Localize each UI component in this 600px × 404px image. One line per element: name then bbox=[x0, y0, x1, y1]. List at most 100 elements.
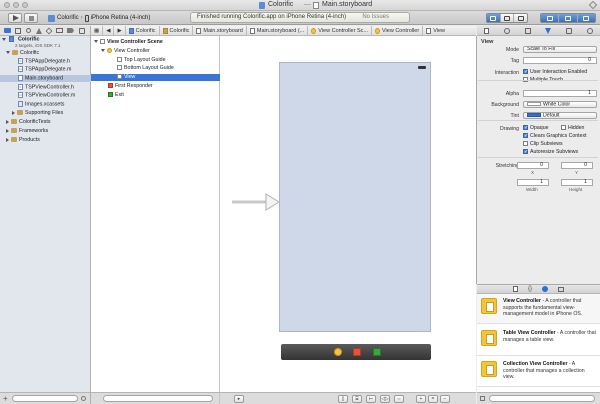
file-inspector-icon[interactable] bbox=[484, 27, 490, 34]
symbol-navigator-icon[interactable] bbox=[15, 28, 21, 34]
disclosure-triangle-icon[interactable] bbox=[6, 137, 9, 142]
navigator-item-file[interactable]: Images.xcassets bbox=[0, 101, 91, 108]
library-filter-input[interactable] bbox=[489, 395, 595, 402]
navigator-item-file[interactable]: h TSPAppDelegate.h bbox=[0, 58, 91, 65]
toggle-debug-area-button[interactable] bbox=[559, 14, 578, 22]
background-color-popup[interactable]: White Color bbox=[523, 101, 597, 108]
zoom-window-button[interactable] bbox=[22, 2, 28, 8]
navigator-item-file[interactable]: h TSPViewController.h bbox=[0, 84, 91, 91]
minimize-window-button[interactable] bbox=[13, 2, 19, 8]
user-interaction-checkbox[interactable]: ✓ User Interaction Enabled bbox=[523, 69, 587, 75]
scheme-selector[interactable]: Colorific › iPhone Retina (4-inch) bbox=[48, 13, 150, 23]
breakpoint-navigator-icon[interactable] bbox=[67, 28, 74, 33]
quick-help-icon[interactable] bbox=[503, 27, 510, 34]
resizing-button[interactable]: ⇔ bbox=[394, 395, 404, 403]
code-snippet-library-icon[interactable]: {} bbox=[528, 286, 532, 292]
first-responder-dock-icon[interactable] bbox=[353, 348, 361, 356]
activity-viewer[interactable]: Finished running Colorific.app on iPhone… bbox=[190, 12, 410, 23]
disclosure-triangle-icon[interactable] bbox=[94, 40, 98, 44]
library-item[interactable]: Table View Controller - A controller tha… bbox=[477, 326, 600, 356]
add-icon[interactable]: + bbox=[3, 394, 8, 403]
mode-popup[interactable]: Scale To Fill bbox=[523, 46, 597, 53]
outline-bottom-layout-guide-row[interactable]: Bottom Layout Guide bbox=[91, 65, 220, 72]
hidden-checkbox[interactable]: Hidden bbox=[561, 125, 584, 131]
editor-mode-segmented[interactable] bbox=[486, 13, 528, 23]
identity-inspector-icon[interactable] bbox=[524, 27, 531, 34]
size-inspector-icon[interactable] bbox=[565, 27, 572, 34]
outline-filter-input[interactable] bbox=[103, 395, 213, 402]
assistant-editor-button[interactable] bbox=[501, 14, 515, 22]
jump-crumb-project[interactable]: Colorific bbox=[126, 26, 160, 35]
related-items-button[interactable]: ▦ bbox=[91, 26, 104, 35]
disclosure-triangle-icon[interactable] bbox=[6, 119, 9, 124]
tint-color-popup[interactable]: Default bbox=[523, 112, 597, 119]
autoresize-subviews-checkbox[interactable]: ✓ Autoresize Subviews bbox=[523, 149, 578, 155]
toggle-navigator-button[interactable] bbox=[541, 14, 560, 22]
opaque-checkbox[interactable]: ✓ Opaque bbox=[523, 125, 548, 131]
navigator-item-file-selected[interactable]: Main.storyboard bbox=[0, 75, 91, 82]
jump-crumb-file-base[interactable]: Main.storyboard (... bbox=[247, 26, 309, 35]
resolve-issues-button[interactable]: ◁▷ bbox=[380, 395, 390, 403]
outline-first-responder-row[interactable]: First Responder bbox=[91, 83, 220, 90]
project-navigator-folder-icon[interactable] bbox=[4, 28, 11, 33]
attributes-inspector-icon[interactable] bbox=[545, 27, 552, 34]
file-template-library-icon[interactable] bbox=[512, 286, 518, 292]
outline-exit-row[interactable]: Exit bbox=[91, 92, 220, 99]
standard-editor-button[interactable] bbox=[487, 14, 501, 22]
navigator-item-file[interactable]: m TSPAppDelegate.m bbox=[0, 66, 91, 73]
view-controller-dock-icon[interactable] bbox=[334, 348, 342, 356]
debug-navigator-icon[interactable] bbox=[56, 28, 63, 33]
toggle-utilities-button[interactable] bbox=[577, 14, 595, 22]
jump-crumb-view[interactable]: View bbox=[423, 26, 448, 35]
clip-subviews-checkbox[interactable]: Clip Subviews bbox=[523, 141, 563, 147]
back-button[interactable]: ◀ bbox=[103, 26, 115, 35]
canvas-size-button[interactable]: ▯ bbox=[338, 395, 348, 403]
library-item[interactable]: View Controller - A controller that supp… bbox=[477, 294, 600, 324]
fullscreen-icon[interactable] bbox=[588, 0, 598, 10]
grid-view-icon[interactable] bbox=[480, 396, 485, 401]
outline-view-controller-row[interactable]: View Controller bbox=[91, 48, 220, 55]
version-editor-button[interactable] bbox=[514, 14, 527, 22]
object-library-icon[interactable] bbox=[542, 286, 548, 292]
zoom-actual-button[interactable]: = bbox=[428, 395, 438, 403]
disclosure-triangle-icon[interactable] bbox=[101, 49, 105, 53]
disclosure-triangle-icon[interactable] bbox=[2, 37, 6, 41]
test-navigator-icon[interactable] bbox=[45, 27, 53, 35]
outline-top-layout-guide-row[interactable]: Top Layout Guide bbox=[91, 57, 220, 64]
navigator-item-group[interactable]: ColorificTests bbox=[0, 119, 91, 126]
navigator-filter-input[interactable] bbox=[12, 395, 78, 402]
view-toggle-segmented[interactable] bbox=[540, 13, 596, 23]
media-library-icon[interactable] bbox=[558, 286, 564, 292]
connections-inspector-icon[interactable] bbox=[586, 27, 593, 34]
jump-crumb-group[interactable]: Colorific bbox=[160, 26, 194, 35]
navigator-item-group[interactable]: Frameworks bbox=[0, 128, 91, 135]
stretch-height-field[interactable]: 1 bbox=[561, 179, 593, 186]
disclosure-triangle-icon[interactable] bbox=[6, 51, 10, 55]
toggle-outline-button[interactable]: ▸ bbox=[234, 395, 244, 403]
log-navigator-icon[interactable] bbox=[79, 28, 85, 34]
alpha-field[interactable]: 1 bbox=[523, 90, 597, 97]
disclosure-triangle-icon[interactable] bbox=[6, 128, 9, 133]
jump-crumb-scene[interactable]: View Controller Sc... bbox=[308, 26, 372, 35]
stop-button[interactable] bbox=[24, 13, 38, 23]
navigator-item-group[interactable]: Products bbox=[0, 137, 91, 144]
find-navigator-icon[interactable] bbox=[26, 28, 31, 33]
navigator-item-group[interactable]: Supporting Files bbox=[0, 110, 91, 117]
close-window-button[interactable] bbox=[4, 2, 10, 8]
jump-crumb-file[interactable]: Main.storyboard bbox=[193, 26, 247, 35]
clears-graphics-checkbox[interactable]: ✓ Clears Graphics Context bbox=[523, 133, 587, 139]
recent-files-icon[interactable] bbox=[81, 396, 86, 401]
align-button[interactable]: ⌸ bbox=[352, 395, 362, 403]
tag-field[interactable]: 0 bbox=[523, 57, 597, 64]
issue-navigator-icon[interactable] bbox=[36, 28, 42, 34]
stretch-width-field[interactable]: 1 bbox=[517, 179, 549, 186]
stretch-y-field[interactable]: 0 bbox=[561, 162, 593, 169]
disclosure-triangle-icon[interactable] bbox=[12, 110, 15, 115]
stretch-x-field[interactable]: 0 bbox=[517, 162, 549, 169]
exit-dock-icon[interactable] bbox=[373, 348, 381, 356]
jump-crumb-view-controller[interactable]: View Controller bbox=[372, 26, 424, 35]
outline-view-row-selected[interactable]: View bbox=[91, 74, 220, 81]
run-button[interactable] bbox=[8, 13, 22, 23]
forward-button[interactable]: ▶ bbox=[114, 26, 126, 35]
iphone-view-canvas[interactable] bbox=[279, 62, 431, 332]
